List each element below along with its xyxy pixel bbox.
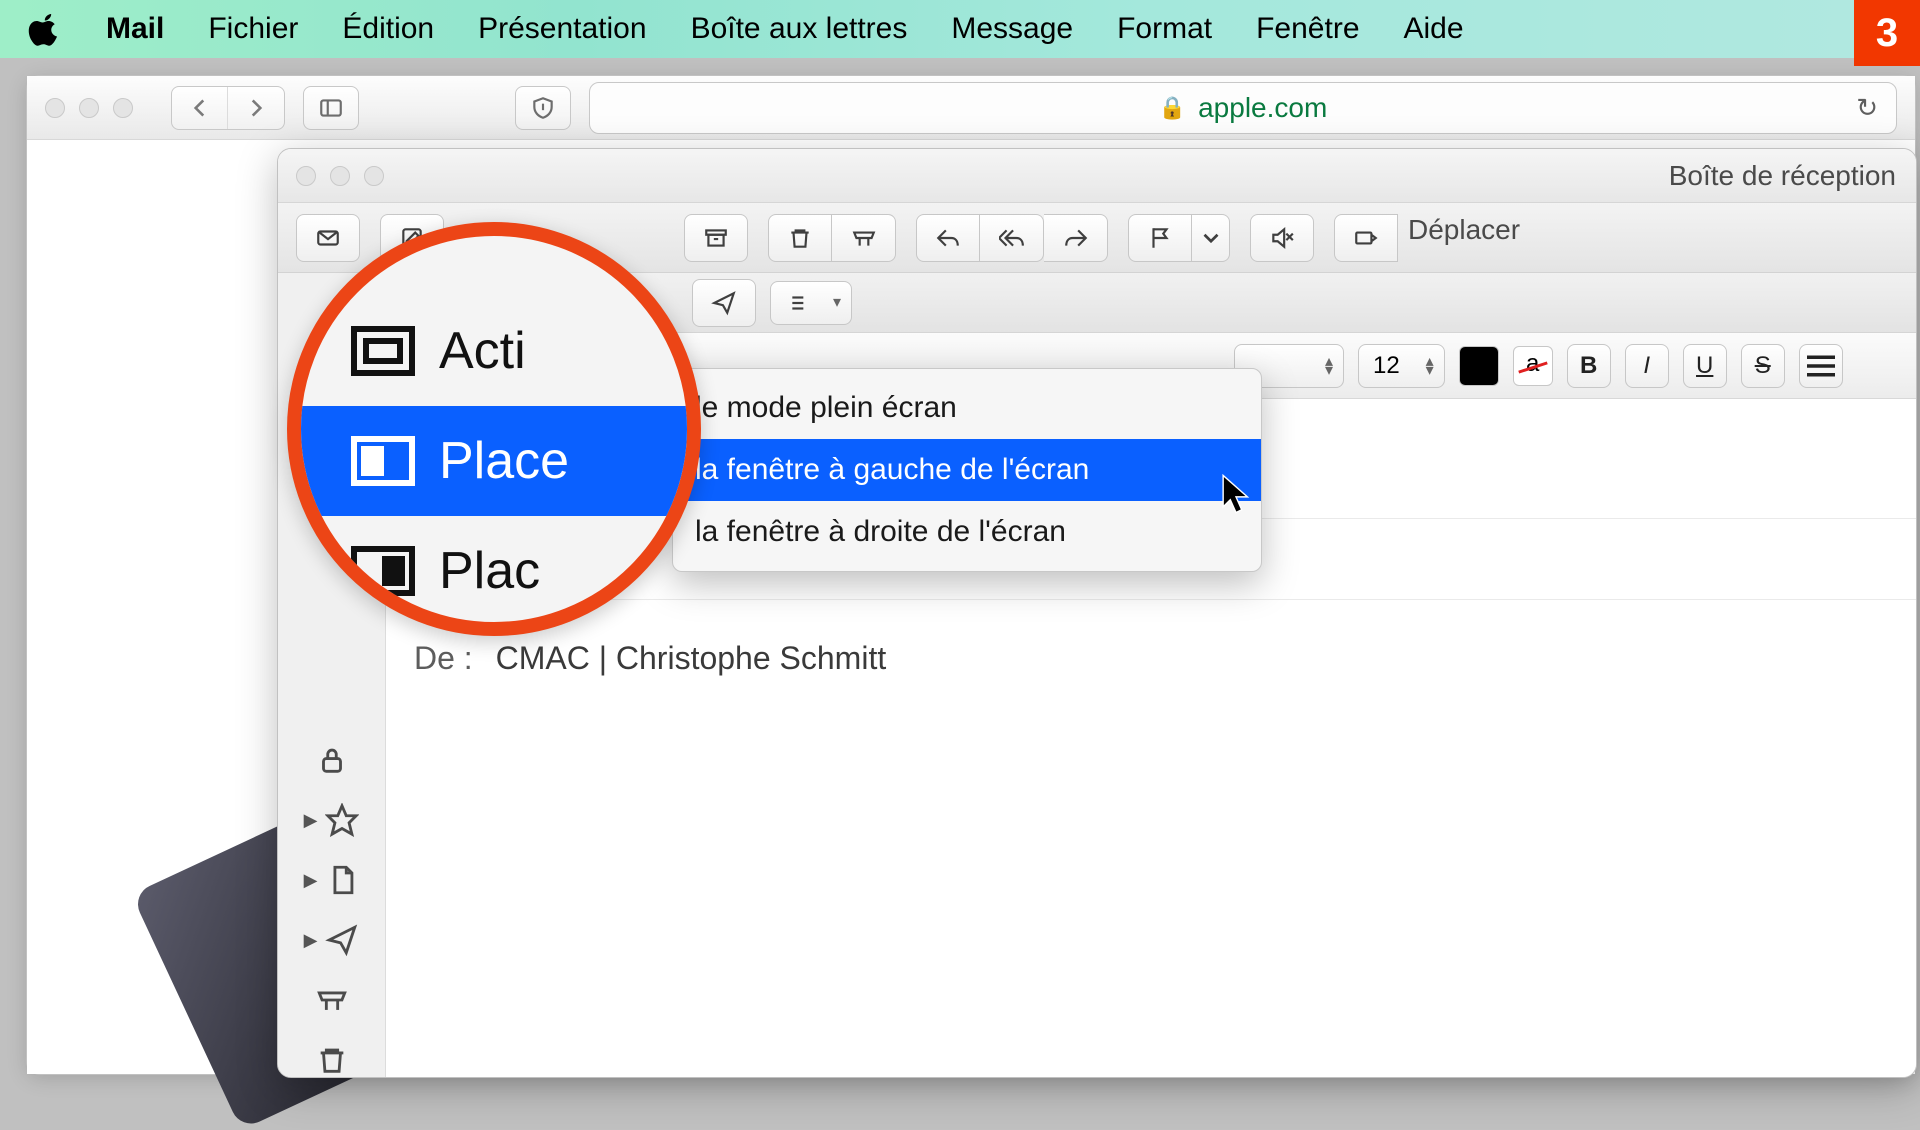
fullscreen-icon (351, 326, 415, 376)
sidebar-drafts[interactable]: ▶ (304, 863, 360, 897)
reply-button[interactable] (916, 214, 980, 262)
mail-window-title: Boîte de réception (1669, 160, 1896, 192)
sidebar-flagged[interactable] (315, 743, 349, 777)
reply-all-button[interactable] (980, 214, 1044, 262)
sort-icon: ▴▾ (1325, 357, 1333, 375)
compose-from-row: De : CMAC | Christophe Schmitt (386, 599, 1916, 717)
delete-button[interactable] (768, 214, 832, 262)
menubar-item-edition[interactable]: Édition (342, 12, 434, 46)
list-format-button[interactable]: ▾ (770, 281, 852, 325)
menubar-item-presentation[interactable]: Présentation (478, 12, 646, 46)
text-color-swatch[interactable] (1459, 346, 1499, 386)
font-size-select[interactable]: 12 ▴▾ (1358, 344, 1445, 388)
apple-logo-icon[interactable] (28, 12, 62, 46)
sidebar-starred[interactable]: ▶ (304, 803, 360, 837)
cursor-icon (1220, 474, 1252, 514)
safari-address-bar[interactable]: 🔒 apple.com ↻ (589, 82, 1897, 134)
strike-button[interactable]: S (1741, 344, 1785, 388)
window-traffic-lights[interactable] (296, 166, 384, 186)
document-icon (325, 863, 359, 897)
menubar-app-name[interactable]: Mail (106, 12, 164, 46)
send-button[interactable] (692, 279, 756, 327)
menu-item-fullscreen[interactable]: le mode plein écran (673, 377, 1261, 439)
forward-button[interactable] (1044, 214, 1108, 262)
mute-button[interactable] (1250, 214, 1314, 262)
flag-button[interactable] (1128, 214, 1192, 262)
magnifier-callout: Acti Place Plac (287, 222, 701, 636)
minimize-icon[interactable] (330, 166, 350, 186)
sidebar-sent[interactable]: ▶ (304, 923, 360, 957)
lock-icon (315, 743, 349, 777)
menu-item-tile-left[interactable]: la fenêtre à gauche de l'écran (673, 439, 1261, 501)
split-view-menu: le mode plein écran la fenêtre à gauche … (672, 368, 1262, 572)
window-traffic-lights[interactable] (45, 98, 133, 118)
menubar-item-fichier[interactable]: Fichier (208, 12, 298, 46)
tile-right-icon (351, 546, 415, 596)
sidebar-junk[interactable] (315, 983, 349, 1017)
sidebar-toggle-button[interactable] (303, 86, 359, 130)
underline-button[interactable]: U (1683, 344, 1727, 388)
address-url-text: apple.com (1198, 92, 1327, 124)
menu-item-label: la fenêtre à droite de l'écran (695, 515, 1066, 549)
lock-icon: 🔒 (1159, 95, 1186, 121)
zoom-icon[interactable] (113, 98, 133, 118)
close-icon[interactable] (296, 166, 316, 186)
privacy-shield-button[interactable] (515, 86, 571, 130)
star-icon (325, 803, 359, 837)
font-size-value: 12 (1373, 352, 1400, 380)
menubar-item-boite[interactable]: Boîte aux lettres (691, 12, 908, 46)
magnified-menu-item-tile-left: Place (301, 406, 687, 516)
archive-button[interactable] (684, 214, 748, 262)
forward-button[interactable] (228, 87, 284, 129)
menubar-item-aide[interactable]: Aide (1404, 12, 1464, 46)
junk-button[interactable] (832, 214, 896, 262)
flag-menu-button[interactable] (1192, 214, 1230, 262)
safari-back-forward (171, 86, 285, 130)
back-button[interactable] (172, 87, 228, 129)
menu-item-tile-right[interactable]: la fenêtre à droite de l'écran (673, 501, 1261, 563)
align-button[interactable] (1799, 344, 1843, 388)
sidebar-trash[interactable] (315, 1043, 349, 1077)
chevron-down-icon: ▾ (833, 298, 841, 307)
move-button-label[interactable]: Déplacer (1398, 214, 1520, 262)
menubar-item-format[interactable]: Format (1117, 12, 1212, 46)
paperplane-icon (325, 923, 359, 957)
sort-icon: ▴▾ (1426, 357, 1434, 375)
move-button[interactable] (1334, 214, 1398, 262)
magnified-menu-item-fullscreen: Acti (301, 296, 687, 406)
macos-menubar: Mail Fichier Édition Présentation Boîte … (0, 0, 1920, 58)
junk-icon (315, 983, 349, 1017)
zoom-icon[interactable] (364, 166, 384, 186)
close-icon[interactable] (45, 98, 65, 118)
menubar-item-message[interactable]: Message (951, 12, 1073, 46)
menu-item-label: le mode plein écran (695, 391, 957, 425)
mail-titlebar: Boîte de réception (278, 149, 1916, 203)
step-badge: 3 (1854, 0, 1920, 66)
bold-button[interactable]: B (1567, 344, 1611, 388)
from-label: De : (414, 640, 473, 676)
minimize-icon[interactable] (79, 98, 99, 118)
safari-toolbar: 🔒 apple.com ↻ (27, 76, 1915, 140)
from-value: CMAC | Christophe Schmitt (496, 640, 887, 676)
menu-item-label: la fenêtre à gauche de l'écran (695, 453, 1089, 487)
bg-color-swatch[interactable] (1513, 346, 1553, 386)
menubar-item-fenetre[interactable]: Fenêtre (1256, 12, 1359, 46)
reload-icon[interactable]: ↻ (1856, 92, 1878, 123)
italic-button[interactable]: I (1625, 344, 1669, 388)
get-mail-button[interactable] (296, 214, 360, 262)
tile-left-icon (351, 436, 415, 486)
trash-icon (315, 1043, 349, 1077)
